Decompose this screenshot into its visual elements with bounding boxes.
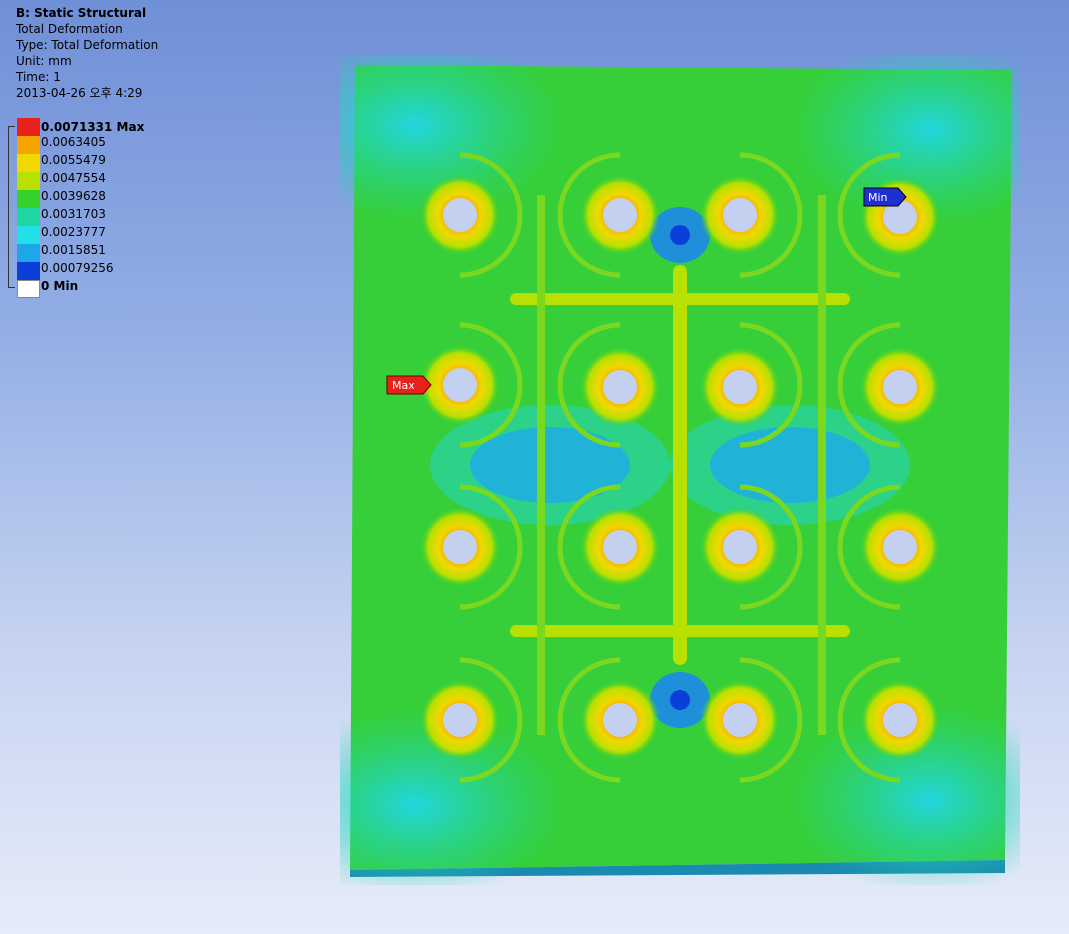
hole-r2c2 — [603, 370, 637, 404]
hole-r1c2 — [603, 198, 637, 232]
hole-r2c1 — [443, 368, 477, 402]
hole-r3c2 — [603, 530, 637, 564]
legend-swatch-4 — [17, 190, 40, 208]
result-type: Type: Total Deformation — [16, 38, 159, 52]
legend-swatch-3 — [17, 172, 40, 190]
hole-r4c3 — [723, 703, 757, 737]
legend-bracket — [8, 126, 15, 288]
max-probe-label: Max — [392, 379, 415, 392]
legend-swatch-0 — [17, 118, 40, 136]
legend-swatch-1 — [17, 136, 40, 154]
low-zone-right-halo — [670, 405, 910, 525]
min-spot-top — [670, 225, 690, 245]
model-viewport[interactable]: Max Min — [340, 55, 1020, 885]
legend-swatch-5 — [17, 208, 40, 226]
legend-swatch-8 — [17, 262, 40, 280]
analysis-title: B: Static Structural — [16, 6, 147, 20]
result-name: Total Deformation — [16, 22, 123, 36]
hole-r2c4 — [883, 370, 917, 404]
contour-plot[interactable]: Max Min — [340, 55, 1020, 885]
hole-r4c1 — [443, 703, 477, 737]
legend-swatch-7 — [17, 244, 40, 262]
min-probe[interactable]: Min — [863, 187, 907, 207]
min-spot-bottom — [670, 690, 690, 710]
hole-r1c1 — [443, 198, 477, 232]
legend-label-5: 0.0031703 — [41, 207, 106, 221]
legend-label-8: 0.00079256 — [41, 261, 114, 275]
min-probe-label: Min — [868, 191, 888, 204]
legend-swatch-9 — [17, 280, 40, 298]
max-probe[interactable]: Max — [386, 375, 432, 395]
legend-label-2: 0.0055479 — [41, 153, 106, 167]
hole-r3c4 — [883, 530, 917, 564]
legend-label-7: 0.0015851 — [41, 243, 106, 257]
hole-r4c2 — [603, 703, 637, 737]
hole-r4c4 — [883, 703, 917, 737]
hole-r2c3 — [723, 370, 757, 404]
hole-r3c3 — [723, 530, 757, 564]
result-timestamp: 2013-04-26 오후 4:29 — [16, 86, 143, 100]
hole-r1c3 — [723, 198, 757, 232]
result-unit: Unit: mm — [16, 54, 72, 68]
legend-label-4: 0.0039628 — [41, 189, 106, 203]
legend-label-6: 0.0023777 — [41, 225, 106, 239]
result-time: Time: 1 — [16, 70, 61, 84]
legend-swatch-6 — [17, 226, 40, 244]
legend-label-9: 0 Min — [41, 279, 79, 293]
result-info: B: Static Structural Total Deformation T… — [16, 5, 158, 101]
legend-swatch-2 — [17, 154, 40, 172]
legend-label-3: 0.0047554 — [41, 171, 106, 185]
legend-label-1: 0.0063405 — [41, 135, 106, 149]
hole-r3c1 — [443, 530, 477, 564]
color-legend[interactable]: 0.0071331 Max 0.0063405 0.0055479 0.0047… — [8, 118, 168, 298]
